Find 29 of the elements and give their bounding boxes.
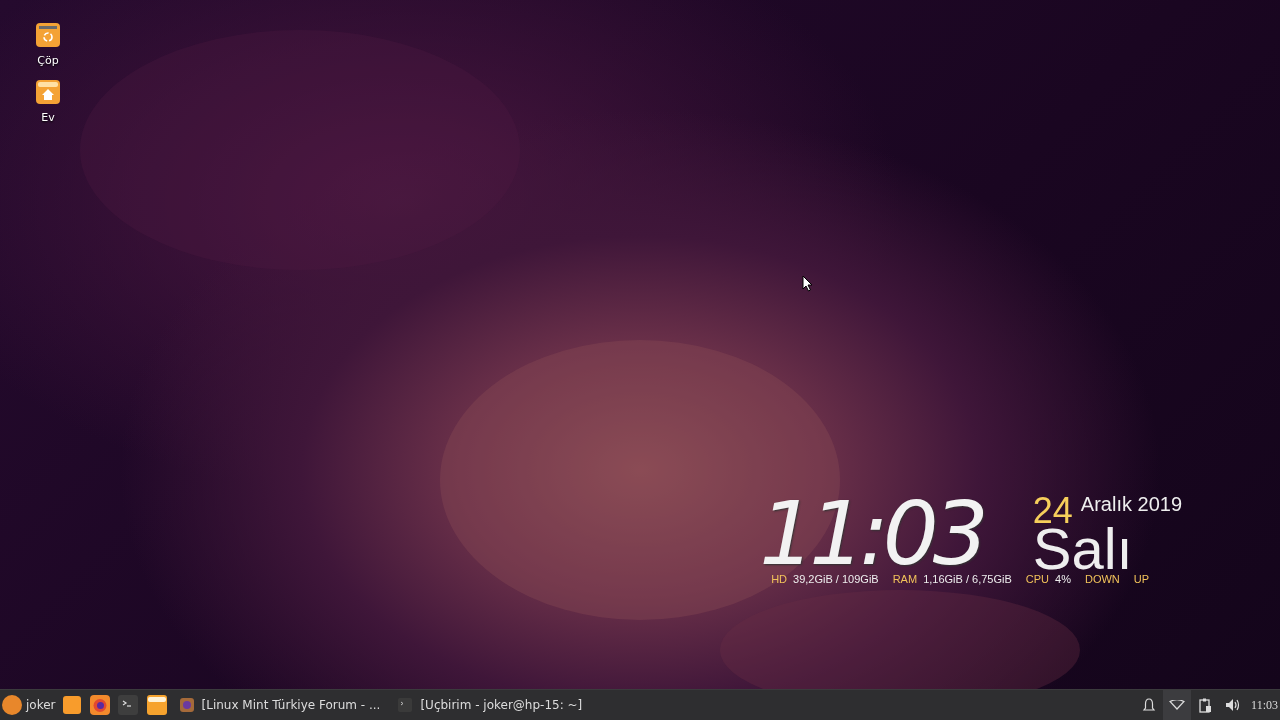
wifi-icon[interactable] <box>1169 700 1186 710</box>
trash-icon <box>35 22 61 48</box>
terminal-icon[interactable] <box>117 695 138 715</box>
folder-icon[interactable] <box>145 694 168 716</box>
terminal-icon <box>398 698 413 712</box>
mouse-pointer-icon <box>802 275 813 292</box>
stat-value: 1,16GiB / 6,75GiB <box>923 573 1012 585</box>
taskbar-window-button[interactable]: [Linux Mint Türkiye Forum - ... <box>171 690 391 720</box>
stat-label: HD <box>771 573 788 585</box>
firefox-icon <box>179 698 194 712</box>
stat-label: UP <box>1133 573 1150 585</box>
firefox-icon[interactable] <box>89 695 110 715</box>
menu-button[interactable]: joker <box>0 695 60 715</box>
volume-icon[interactable] <box>1225 698 1242 712</box>
stat-value: 39,2GiB / 109GiB <box>793 573 879 585</box>
month-year: Aralık 2019 <box>1080 493 1182 515</box>
stat-label: DOWN <box>1084 573 1120 585</box>
stat-label: CPU <box>1025 573 1050 585</box>
taskbar-window-button[interactable]: [Uçbirim - joker@hp-15: ~] <box>390 690 593 720</box>
folder-icon[interactable] <box>61 695 82 715</box>
clock-time: 11:03 <box>759 495 983 573</box>
bell-icon[interactable] <box>1142 698 1157 712</box>
desktop-icon-label[interactable]: Çöp <box>37 54 59 67</box>
stat-value: 4% <box>1055 573 1071 585</box>
clipboard-icon[interactable] <box>1198 697 1212 713</box>
taskbar-clock[interactable]: 11:03 <box>1247 697 1280 713</box>
desktop-icon-label[interactable]: Ev <box>41 111 55 124</box>
home-folder-icon <box>35 79 61 105</box>
stat-label: RAM <box>892 573 918 585</box>
